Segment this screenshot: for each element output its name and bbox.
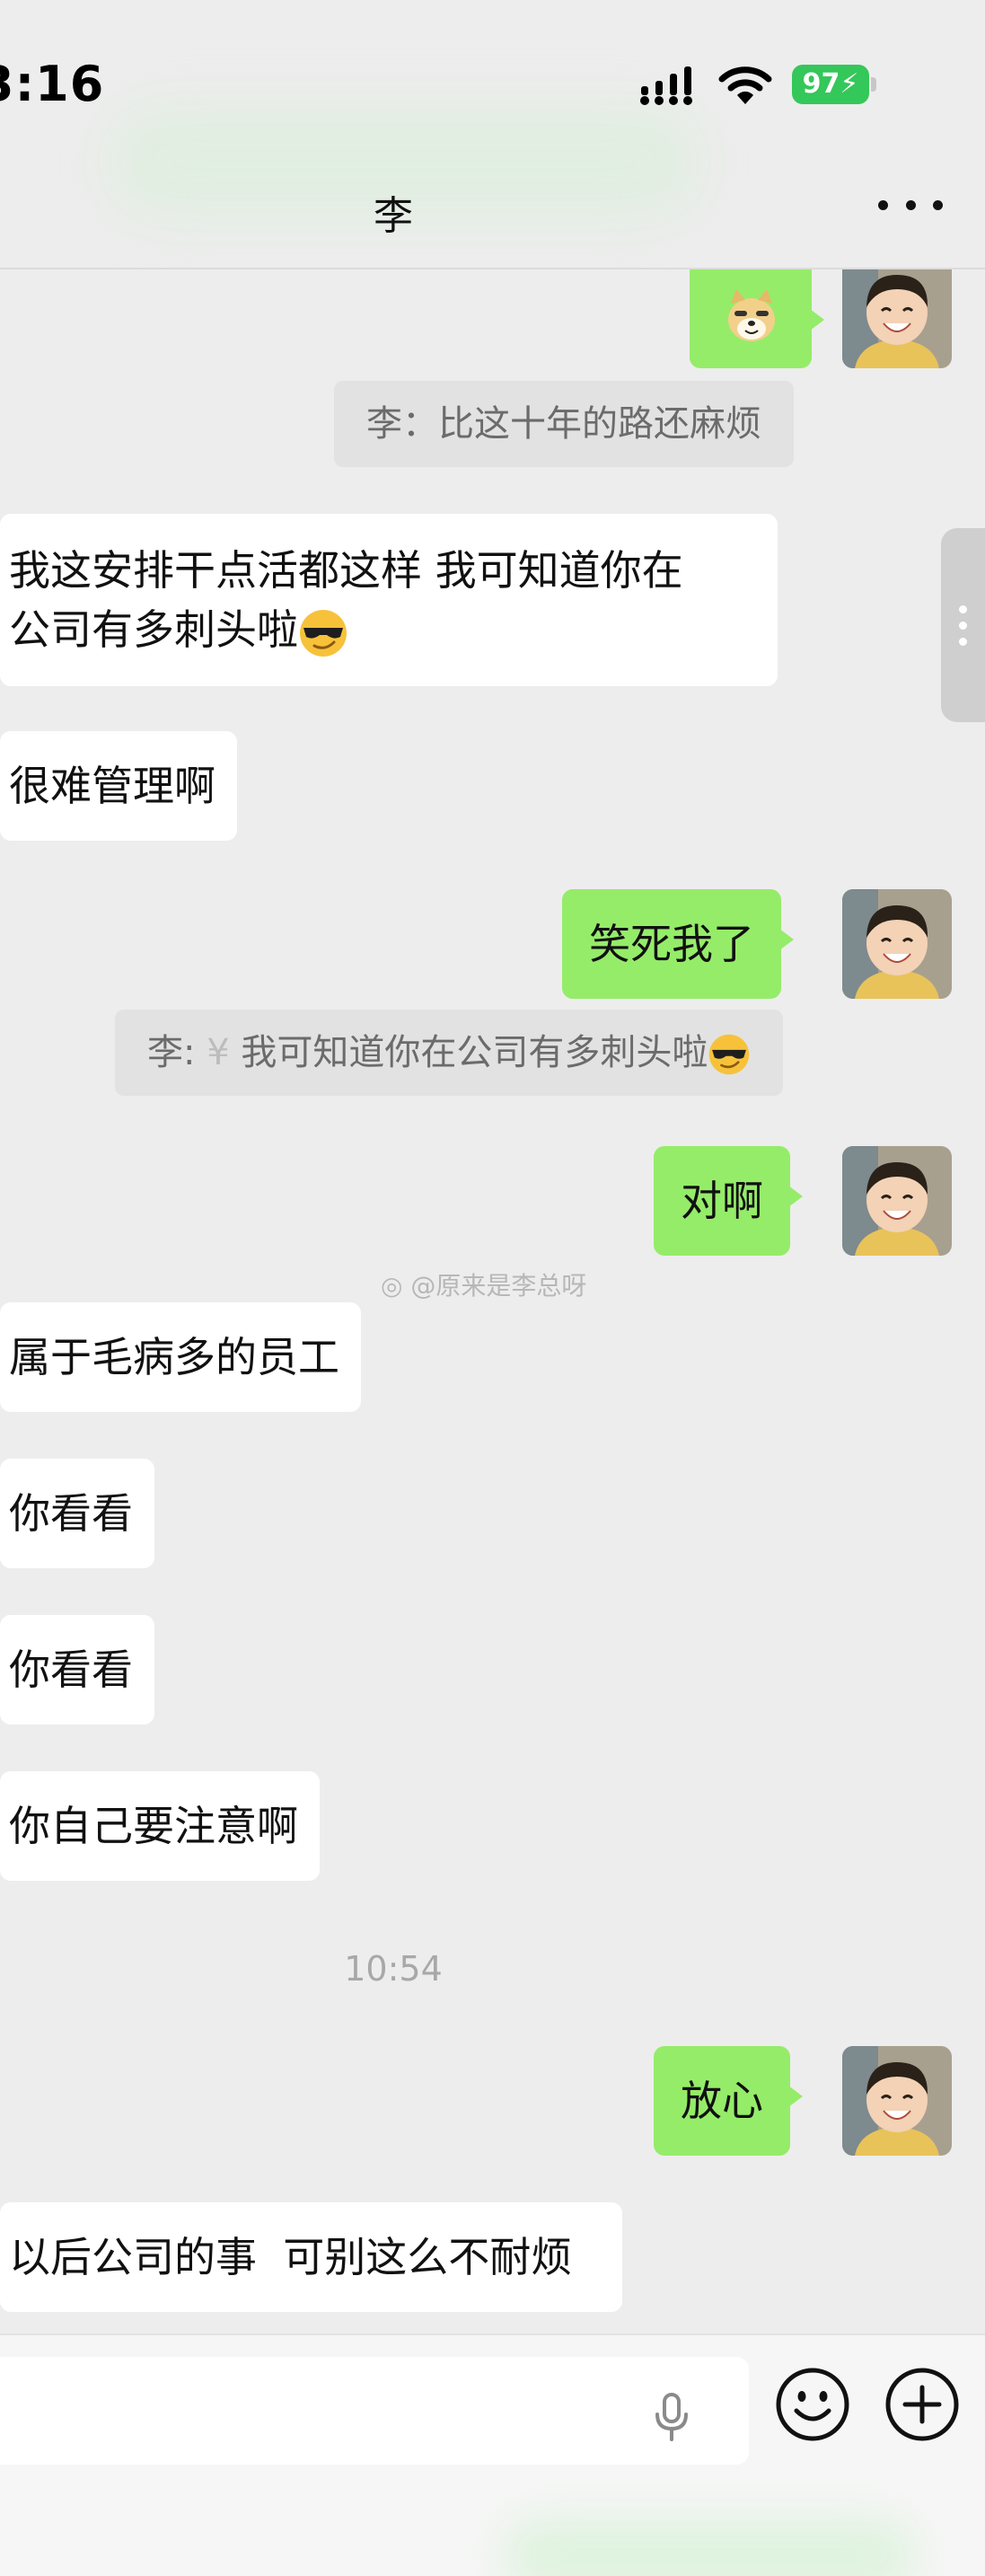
message-bubble-in[interactable]: 你看看 [0, 1459, 154, 1568]
cool-face-emoji [300, 609, 347, 657]
message-timestamp: 10:54 [344, 1949, 443, 1989]
message-bubble-in[interactable]: 很难管理啊 [0, 731, 237, 841]
child-avatar [842, 1146, 952, 1256]
my-avatar[interactable] [842, 269, 952, 368]
quote-reference[interactable]: 李：比这十年的路还麻烦 [334, 381, 794, 467]
message-bubble-in[interactable]: 属于毛病多的员工 [0, 1302, 361, 1412]
smiley-icon[interactable] [774, 2366, 851, 2443]
my-avatar[interactable] [842, 2046, 952, 2156]
child-avatar [842, 2046, 952, 2156]
wifi-icon [718, 66, 772, 104]
chat-title: 李 [374, 193, 413, 239]
input-bar [0, 2333, 985, 2576]
signal-icon [640, 66, 692, 105]
message-line: 我这安排干点活都这样 我可知道你在 [9, 546, 683, 595]
bottom-glow [503, 2519, 916, 2576]
battery-cap [871, 77, 876, 92]
message-bubble-out[interactable]: 对啊 [654, 1146, 803, 1256]
weibo-icon: ◎ [381, 1271, 403, 1301]
message-bubble-in[interactable]: 以后公司的事 可别这么不耐烦 [0, 2202, 623, 2312]
side-drawer-handle[interactable] [941, 528, 985, 722]
message-bubble-out[interactable]: 放心 [654, 2046, 803, 2156]
message-bubble-in[interactable]: 你看看 [0, 1615, 154, 1725]
nav-bar: 李 [0, 171, 985, 269]
my-avatar[interactable] [842, 889, 952, 999]
battery-level: 97⚡ [792, 65, 869, 104]
message-bubble-out[interactable]: 笑死我了 [562, 889, 794, 999]
message-bubble-in[interactable]: 我这安排干点活都这样 我可知道你在 公司有多刺头啦 [0, 514, 778, 686]
my-avatar[interactable] [842, 1146, 952, 1256]
quote-text: 李：比这十年的路还麻烦 [366, 403, 761, 445]
doge-sticker-icon [728, 289, 775, 341]
cool-face-emoji [709, 1034, 750, 1075]
child-avatar [842, 889, 952, 999]
currency-symbol: ¥ [207, 1032, 230, 1073]
message-bubble-in[interactable]: 你自己要注意啊 [0, 1771, 320, 1881]
child-avatar [842, 269, 952, 368]
status-time: 3:16 [0, 56, 105, 112]
microphone-icon[interactable] [646, 2389, 697, 2443]
status-bar: 3:16 97⚡ [0, 0, 985, 216]
sticker-bubble[interactable] [690, 269, 824, 368]
battery-charging-icon: 97⚡ [792, 65, 876, 104]
message-input[interactable] [0, 2357, 749, 2465]
message-list[interactable]: 李：比这十年的路还麻烦 我这安排干点活都这样 我可知道你在 公司有多刺头啦 很难… [0, 269, 985, 2333]
watermark: ◎ @原来是李总呀 [381, 1271, 587, 1301]
quote-reference[interactable]: 李: ¥ 我可知道你在公司有多刺头啦 [115, 1010, 784, 1096]
chat-screen: 3:16 97⚡ 李 [0, 0, 985, 2576]
plus-circle-icon[interactable] [884, 2366, 961, 2443]
more-dots-icon[interactable] [878, 187, 943, 223]
message-line-with-emoji: 公司有多刺头啦 [9, 600, 756, 659]
